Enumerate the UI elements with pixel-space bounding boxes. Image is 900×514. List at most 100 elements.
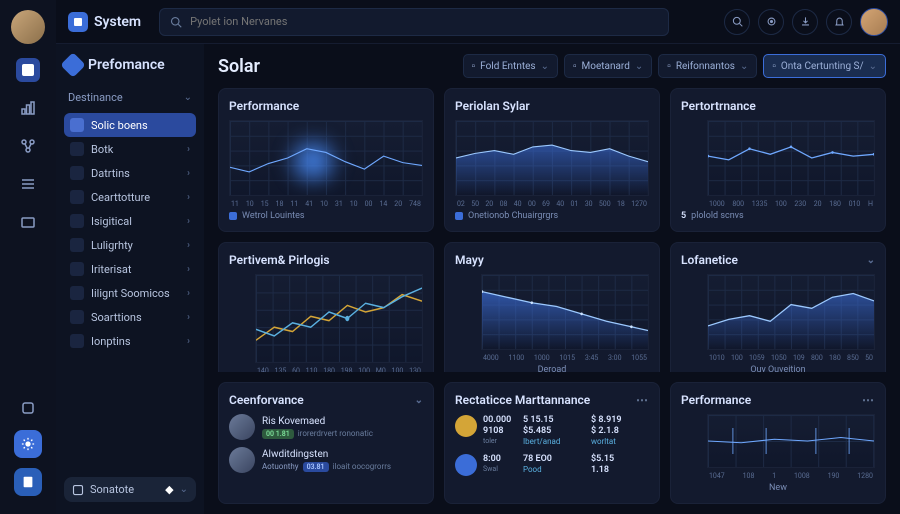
item-icon	[70, 166, 84, 180]
sidebar-item[interactable]: Cearttotture›	[64, 185, 196, 209]
search-input[interactable]	[190, 15, 658, 28]
sidebar-item[interactable]: Iriterisat›	[64, 257, 196, 281]
filter-button[interactable]: ▫Fold Entntes⌄	[463, 54, 558, 78]
chevron-down-icon[interactable]: ⌄	[415, 395, 423, 406]
avatar	[229, 447, 255, 473]
avatar[interactable]	[11, 10, 45, 44]
item-icon	[70, 310, 84, 324]
rail-home-icon[interactable]	[16, 58, 40, 82]
sidebar-item[interactable]: Iilignt Soomicos›	[64, 281, 196, 305]
layers-icon: ▫	[472, 61, 476, 72]
item-icon	[70, 142, 84, 156]
rail-folder-icon[interactable]	[16, 210, 40, 234]
chart-legend: Onetionob Chuairgrgrs	[455, 211, 649, 221]
sidebar-section[interactable]: Destinance ⌄	[64, 86, 196, 109]
chevron-right-icon: ›	[187, 192, 190, 203]
brand[interactable]: System	[68, 12, 141, 32]
search-box[interactable]	[159, 8, 669, 36]
dot-icon: ▫	[667, 61, 671, 72]
card-title: Performance	[229, 99, 423, 113]
chevron-right-icon: ›	[187, 264, 190, 275]
chevron-down-icon: ⌄	[869, 61, 877, 72]
rail-badge-book-icon[interactable]	[14, 468, 42, 496]
chart-legend: Wetrol Louintes	[229, 211, 423, 221]
sidebar: Prefomance Destinance ⌄ Solic boensBotk›…	[56, 44, 204, 514]
user-row[interactable]: Alwditdingsten Aotuonthy03.81iloait ooco…	[229, 447, 423, 473]
card-lofanetice: Lofanetice⌄ 105-9200250200200 1010100105…	[670, 242, 886, 372]
sidebar-item[interactable]: Soarttions›	[64, 305, 196, 329]
sidebar-title: Prefomance	[64, 56, 196, 74]
rail-tree-icon[interactable]	[16, 134, 40, 158]
metric: 78 EO0Pood	[523, 454, 581, 476]
more-icon[interactable]: ⋯	[636, 393, 649, 407]
chart: 300900208040	[255, 274, 423, 363]
status-pill: 00 1.81	[262, 429, 294, 439]
sidebar-item[interactable]: Datrtins›	[64, 161, 196, 185]
brand-text: System	[94, 14, 141, 30]
card-pertortrnance: Pertortrnance 01081508120010031300810090…	[670, 88, 886, 232]
diamond-small-icon: ◆	[165, 483, 173, 496]
rail-extra-icon[interactable]	[16, 396, 40, 420]
sidebar-footer-button[interactable]: Sonatote ◆ ⌄	[64, 477, 196, 502]
sidebar-item[interactable]: Ionptins›	[64, 329, 196, 353]
filter-button[interactable]: ▫Onta Certunting S/⌄	[763, 54, 886, 78]
x-ticks: 14013560110180198100M0100130	[255, 367, 423, 372]
metric-icon	[455, 415, 477, 437]
chart: 7271606140	[481, 274, 649, 350]
filter-button[interactable]: ▫Reifonnantos⌄	[658, 54, 757, 78]
card-title: Pertivem& Pirlogis	[229, 253, 423, 267]
sidebar-item[interactable]: Botk›	[64, 137, 196, 161]
topbar: System	[56, 0, 900, 44]
card-title: Rectaticce Marttannance⋯	[455, 393, 649, 407]
filter-bar: ▫Fold Entntes⌄▫Moetanard⌄▫Reifonnantos⌄▫…	[463, 54, 886, 78]
metric: 8:00Swal	[455, 454, 513, 476]
chevron-right-icon: ›	[187, 216, 190, 227]
chart-legend: Deroad	[455, 365, 649, 372]
card-title: Lofanetice⌄	[681, 253, 875, 267]
content-column: System Prefomance Destinance ⌄ Solic boe…	[56, 0, 900, 514]
chart: 10:1107	[707, 414, 875, 468]
metric: 5 15.15$5.485Ibert/anad	[523, 415, 581, 446]
sidebar-item[interactable]: Luligrhty›	[64, 233, 196, 257]
user-row[interactable]: Ris Kovemaed 00 1.81irorerdrvert rononat…	[229, 414, 423, 440]
filter-button[interactable]: ▫Moetanard⌄	[564, 54, 652, 78]
nav-rail	[0, 0, 56, 514]
diamond-icon	[60, 52, 85, 77]
chart	[229, 120, 423, 196]
chart: 010815081200100313008100900	[707, 120, 875, 196]
chevron-right-icon: ›	[187, 336, 190, 347]
legend-dot-icon	[455, 212, 463, 220]
avatar	[229, 414, 255, 440]
tb-bell-icon[interactable]	[826, 9, 852, 35]
sidebar-item[interactable]: Isigitical›	[64, 209, 196, 233]
card-title: Ceenforvance⌄	[229, 393, 423, 407]
tb-target-icon[interactable]	[758, 9, 784, 35]
x-ticks: 10101001059105010980018085050	[707, 354, 875, 362]
tb-download-icon[interactable]	[792, 9, 818, 35]
card-performance-1: Performance 111015181141103110001420748 …	[218, 88, 434, 232]
chart-legend: 5plolold scnvs	[681, 211, 875, 221]
chart: 105-9200250200200	[707, 274, 875, 350]
note-icon	[72, 484, 84, 496]
card-users: Ceenforvance⌄ Ris Kovemaed 00 1.81irorer…	[218, 382, 434, 504]
chevron-down-icon: ⌄	[740, 61, 748, 72]
rail-badge-gear-icon[interactable]	[14, 430, 42, 458]
chevron-down-icon: ⌄	[541, 61, 549, 72]
rail-chart-icon[interactable]	[16, 96, 40, 120]
card-maintenance: Rectaticce Marttannance⋯ 00.0009108toler…	[444, 382, 660, 504]
tb-search-icon[interactable]	[724, 9, 750, 35]
user-avatar[interactable]	[860, 8, 888, 36]
chart-legend: Ouy Ouveition	[681, 365, 875, 372]
chevron-down-icon: ⌄	[180, 484, 188, 495]
chevron-down-icon[interactable]: ⌄	[867, 255, 875, 266]
chevron-down-icon: ⌄	[184, 92, 192, 103]
user-name: Alwditdingsten	[262, 449, 391, 460]
metric: $ 8.919$ 2.1.8worltat	[591, 415, 649, 446]
card-performance-2: Performance⋯ 10:1107 1047108110081901280…	[670, 382, 886, 504]
sidebar-item[interactable]: Solic boens	[64, 113, 196, 137]
more-icon[interactable]: ⋯	[862, 393, 875, 407]
card-title: Mayy	[455, 253, 649, 267]
chevron-right-icon: ›	[187, 168, 190, 179]
item-icon	[70, 190, 84, 204]
rail-list-icon[interactable]	[16, 172, 40, 196]
